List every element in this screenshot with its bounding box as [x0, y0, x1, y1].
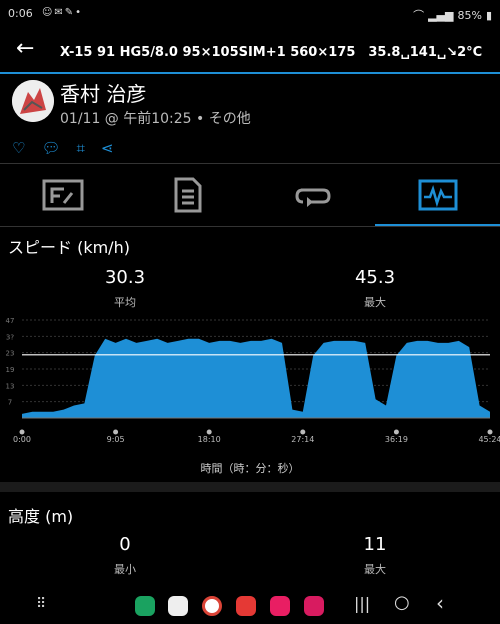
- back-arrow-icon[interactable]: ←: [16, 36, 34, 61]
- x-axis-label: 時間（時：分：秒）: [200, 462, 300, 475]
- max-speed-value: 45.3: [354, 267, 396, 288]
- max-speed-label: 最大: [364, 296, 386, 309]
- activity-meta: 01/11 @ 午前10:25 • その他: [60, 111, 251, 127]
- x-tick-dot: [300, 429, 306, 435]
- y-tick-label: 23: [6, 350, 15, 358]
- home-button-icon[interactable]: ○: [394, 592, 410, 613]
- loop-icon: [294, 188, 331, 207]
- back-button-icon[interactable]: ‹: [436, 591, 444, 615]
- chrome-app-icon[interactable]: [202, 596, 222, 616]
- tab-overview[interactable]: [0, 166, 125, 224]
- activity-graph-icon: [418, 179, 457, 211]
- screen-recorder-app-icon[interactable]: [304, 596, 324, 616]
- gallery-app-icon[interactable]: [270, 596, 290, 616]
- tab-charts[interactable]: [375, 166, 500, 224]
- avg-speed-label: 平均: [114, 296, 136, 309]
- y-tick-label: 47: [6, 317, 15, 325]
- status-time: 0:06: [8, 7, 33, 20]
- notification-icons: ☺✉✎•: [42, 7, 84, 18]
- x-tick-dot: [487, 429, 493, 435]
- document-icon: [174, 177, 201, 213]
- max-altitude-value: 11: [363, 534, 387, 555]
- avatar[interactable]: [12, 80, 54, 122]
- app-bar: ← X-15 91 HG5/8.0 95×105SIM+1 560×175 35…: [0, 28, 500, 72]
- recents-button-icon[interactable]: |||: [354, 594, 370, 613]
- camera-icon[interactable]: ⌗: [77, 139, 85, 157]
- divider: [0, 163, 500, 164]
- heart-icon[interactable]: ♡: [12, 139, 25, 157]
- y-tick-label: 3?: [6, 333, 14, 341]
- divider: [0, 226, 500, 227]
- user-name[interactable]: 香村 治彦: [60, 78, 146, 107]
- x-tick-label: 45:24: [478, 435, 500, 442]
- phone-app-icon[interactable]: [135, 596, 155, 616]
- signal-icon: ▂▄▆: [428, 8, 454, 22]
- altitude-title: 高度 (m): [8, 507, 74, 526]
- x-tick-dot: [393, 429, 399, 435]
- comment-icon[interactable]: 💬︎: [41, 139, 60, 157]
- y-tick-label: 13: [6, 382, 15, 390]
- overview-icon: [42, 179, 83, 211]
- wifi-icon: ⌒: [413, 9, 425, 22]
- gmail-app-icon[interactable]: [168, 596, 188, 616]
- x-tick-dot: [19, 429, 25, 435]
- flipboard-app-icon[interactable]: [236, 596, 256, 616]
- status-right: ⌒ ▂▄▆ 85% ▮: [413, 7, 492, 23]
- section-divider: [0, 482, 500, 492]
- tab-details[interactable]: [125, 166, 250, 224]
- y-tick-label: 7: [8, 399, 12, 407]
- system-nav-bar: ⠿ ||| ○ ‹: [0, 588, 500, 624]
- x-tick-label: 18:10: [198, 435, 221, 442]
- min-altitude-value: 0: [119, 534, 131, 555]
- battery-icon: ▮: [485, 8, 492, 22]
- share-icon[interactable]: ⋖: [101, 139, 114, 157]
- tab-laps[interactable]: [250, 166, 375, 224]
- y-tick-label: 19: [6, 366, 15, 374]
- speed-title: スピード (km/h): [8, 238, 130, 257]
- status-bar: 0:06 ☺✉✎• ⌒ ▂▄▆ 85% ▮: [0, 0, 500, 28]
- appbar-underline: [0, 72, 500, 74]
- x-tick-label: 27:14: [291, 435, 314, 442]
- x-tick-dot: [206, 429, 212, 435]
- battery-text: 85%: [457, 8, 482, 22]
- x-tick-label: 0:00: [13, 435, 31, 442]
- speed-chart[interactable]: 7 13 19 23 3? 47 0:00 9:05 18:10 27:14 36:19 45:24: [0, 312, 500, 442]
- x-tick-label: 36:19: [385, 435, 408, 442]
- speed-area: [22, 338, 490, 418]
- avg-speed-value: 30.3: [104, 267, 146, 288]
- app-drawer-icon[interactable]: ⠿: [36, 596, 46, 612]
- max-altitude-label: 最大: [364, 563, 386, 576]
- activity-title: X-15 91 HG5/8.0 95×105SIM+1 560×175 35.8…: [60, 45, 483, 60]
- x-tick-dot: [113, 429, 119, 435]
- min-altitude-label: 最小: [114, 563, 136, 576]
- action-row: ♡ 💬︎ ⌗ ⋖: [12, 139, 114, 157]
- x-tick-label: 9:05: [107, 435, 125, 442]
